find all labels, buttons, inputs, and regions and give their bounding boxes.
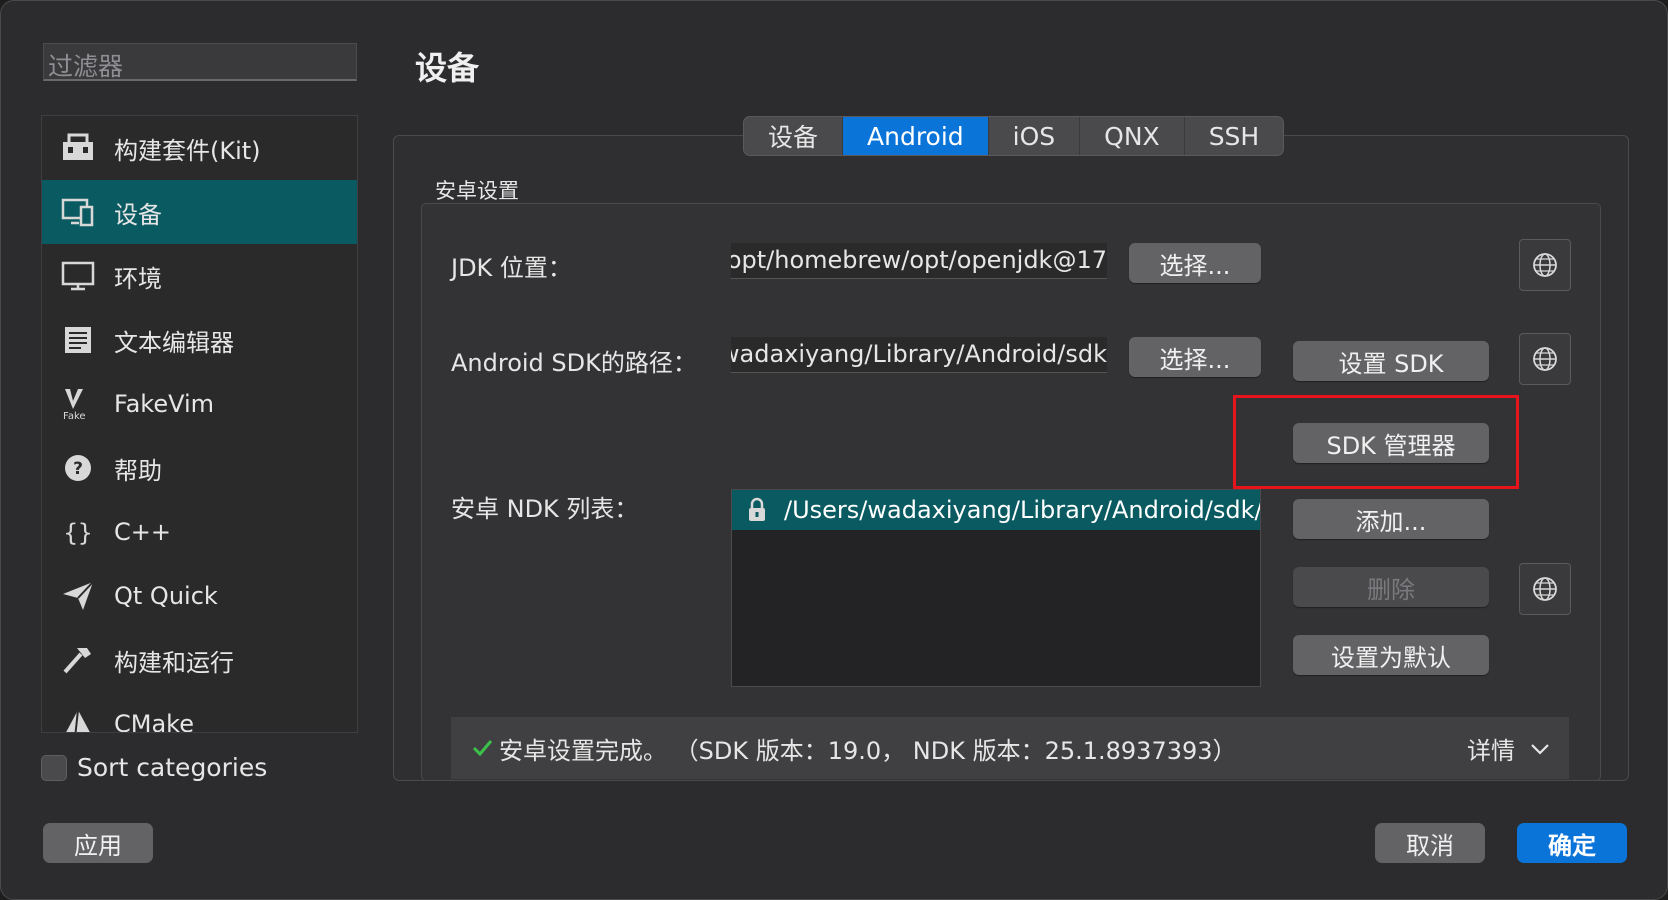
sidebar-item-label: 帮助	[114, 456, 162, 485]
jdk-download-button[interactable]	[1519, 239, 1571, 291]
sidebar-item-qt-quick[interactable]: Qt Quick	[42, 564, 357, 628]
sidebar-item-cpp[interactable]: {} C++	[42, 500, 357, 564]
ndk-download-button[interactable]	[1519, 563, 1571, 615]
details-toggle[interactable]: 详情	[1467, 731, 1551, 766]
svg-text:Fake: Fake	[63, 411, 86, 421]
device-icon	[58, 192, 98, 232]
globe-icon	[1533, 347, 1557, 371]
device-tabs: 设备 Android iOS QNX SSH	[743, 116, 1285, 156]
help-icon: ?	[58, 448, 98, 488]
hammer-icon	[58, 640, 98, 680]
jdk-path-field[interactable]: /opt/homebrew/opt/openjdk@17	[731, 243, 1107, 279]
svg-text:?: ?	[73, 459, 83, 479]
globe-icon	[1533, 253, 1557, 277]
checkbox-box[interactable]	[41, 754, 67, 781]
list-item[interactable]: /Users/wadaxiyang/Library/Android/sdk/nd	[732, 490, 1260, 530]
tab-qnx[interactable]: QNX	[1080, 117, 1185, 155]
preferences-window: 过滤器 构建套件(Kit) 设备 环境 文本编辑器 Fake FakeVim ?…	[0, 0, 1668, 900]
sdk-download-button[interactable]	[1519, 333, 1571, 385]
sdk-path-value: /Users/wadaxiyang/Library/Android/sdk	[731, 340, 1107, 368]
sidebar-item-label: 构建套件(Kit)	[114, 136, 261, 165]
tab-android[interactable]: Android	[843, 117, 989, 155]
kit-icon	[58, 128, 98, 168]
sidebar-item-label: C++	[114, 518, 171, 546]
sidebar-item-label: CMake	[114, 710, 194, 733]
text-editor-icon	[58, 320, 98, 360]
sdk-path-field[interactable]: /Users/wadaxiyang/Library/Android/sdk	[731, 337, 1107, 373]
ok-button[interactable]: 确定	[1517, 823, 1627, 863]
sort-categories-checkbox[interactable]: Sort categories	[41, 753, 267, 782]
ndk-add-button[interactable]: 添加...	[1293, 499, 1489, 539]
filter-input[interactable]: 过滤器	[43, 43, 357, 81]
ndk-list-label: 安卓 NDK 列表：	[451, 495, 639, 523]
ndk-list[interactable]: /Users/wadaxiyang/Library/Android/sdk/nd	[731, 489, 1261, 687]
check-icon	[472, 740, 493, 757]
cmake-icon	[58, 704, 98, 732]
page-title: 设备	[415, 49, 480, 87]
sidebar: 构建套件(Kit) 设备 环境 文本编辑器 Fake FakeVim ? 帮助 …	[41, 115, 358, 733]
highlight-box	[1233, 395, 1519, 489]
ndk-path: /Users/wadaxiyang/Library/Android/sdk/nd	[784, 496, 1260, 524]
tab-devices[interactable]: 设备	[744, 117, 844, 155]
android-settings-label: 安卓设置	[435, 179, 519, 203]
sdk-choose-button[interactable]: 选择...	[1129, 337, 1261, 377]
lock-icon	[749, 497, 765, 521]
jdk-location-label: JDK 位置：	[451, 254, 572, 282]
sidebar-item-kits[interactable]: 构建套件(Kit)	[42, 116, 357, 180]
sidebar-item-label: 环境	[114, 264, 162, 293]
apply-button[interactable]: 应用	[43, 823, 153, 863]
sidebar-item-build-run[interactable]: 构建和运行	[42, 628, 357, 692]
qt-quick-icon	[58, 576, 98, 616]
sidebar-item-label: 设备	[114, 200, 162, 229]
sort-categories-label: Sort categories	[77, 753, 268, 782]
sidebar-item-cmake[interactable]: CMake	[42, 692, 357, 733]
sidebar-item-label: Qt Quick	[114, 582, 218, 610]
sidebar-item-label: FakeVim	[114, 390, 215, 418]
ndk-remove-button[interactable]: 删除	[1293, 567, 1489, 607]
jdk-choose-button[interactable]: 选择...	[1129, 243, 1261, 283]
monitor-icon	[58, 256, 98, 296]
tab-ssh[interactable]: SSH	[1185, 117, 1284, 155]
sidebar-item-label: 构建和运行	[114, 648, 234, 677]
sidebar-item-fakevim[interactable]: Fake FakeVim	[42, 372, 357, 436]
cancel-button[interactable]: 取消	[1375, 823, 1485, 863]
sdk-path-label: Android SDK的路径：	[451, 349, 697, 377]
sidebar-item-devices[interactable]: 设备	[42, 180, 357, 244]
chevron-down-icon	[1531, 743, 1549, 755]
setup-sdk-button[interactable]: 设置 SDK	[1293, 341, 1489, 381]
svg-text:{}: {}	[64, 519, 93, 547]
braces-icon: {}	[58, 512, 98, 552]
fakevim-icon: Fake	[58, 384, 98, 424]
sidebar-item-text-editor[interactable]: 文本编辑器	[42, 308, 357, 372]
ndk-set-default-button[interactable]: 设置为默认	[1293, 635, 1489, 675]
details-label: 详情	[1467, 737, 1515, 765]
status-text: 安卓设置完成。 （SDK 版本：19.0， NDK 版本：25.1.893739…	[499, 736, 1237, 765]
tab-ios[interactable]: iOS	[989, 117, 1081, 155]
globe-icon	[1533, 577, 1557, 601]
sidebar-item-environment[interactable]: 环境	[42, 244, 357, 308]
jdk-path-value: /opt/homebrew/opt/openjdk@17	[731, 246, 1107, 274]
sidebar-item-help[interactable]: ? 帮助	[42, 436, 357, 500]
status-bar: 安卓设置完成。 （SDK 版本：19.0， NDK 版本：25.1.893739…	[451, 717, 1569, 779]
sidebar-item-label: 文本编辑器	[114, 328, 234, 357]
